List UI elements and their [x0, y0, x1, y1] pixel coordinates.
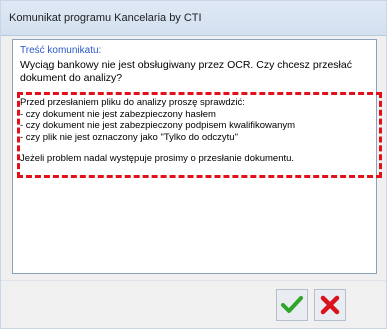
section-label: Treść komunikatu:	[20, 45, 102, 56]
ok-button[interactable]	[276, 289, 308, 321]
message-text: Wyciąg bankowy nie jest obsługiwany prze…	[20, 59, 360, 85]
window-title: Komunikat programu Kancelaria by CTI	[9, 12, 202, 24]
title-bar[interactable]: Komunikat programu Kancelaria by CTI	[1, 1, 386, 36]
cancel-button[interactable]	[314, 289, 346, 321]
message-line: dokument do analizy?	[20, 72, 123, 84]
checkmark-icon	[281, 296, 303, 313]
divider	[1, 280, 386, 281]
message-line: Wyciąg bankowy nie jest obsługiwany prze…	[20, 59, 352, 71]
red-dashed-highlight	[17, 92, 382, 178]
close-x-icon	[320, 295, 340, 315]
